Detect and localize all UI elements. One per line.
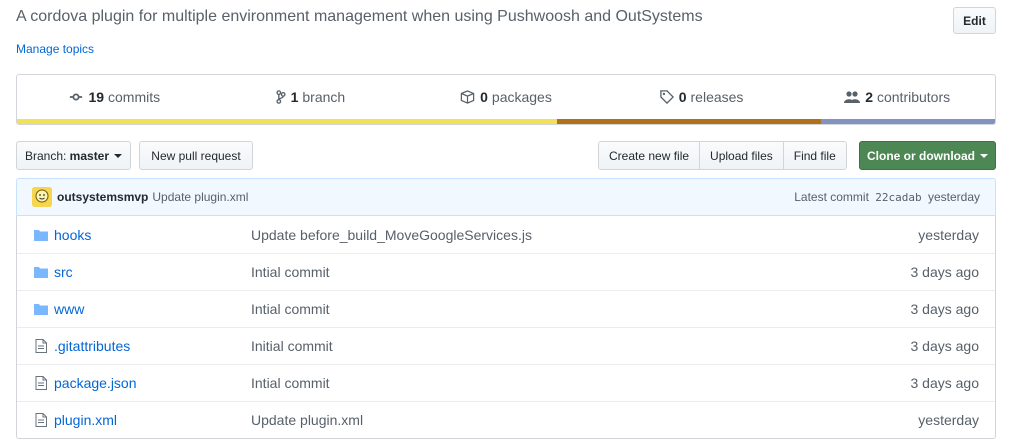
releases-stat[interactable]: 0 releases (604, 75, 800, 119)
upload-files-button[interactable]: Upload files (699, 142, 783, 169)
file-name-link[interactable]: src (54, 264, 251, 280)
file-commit-message-link[interactable]: Intial commit (251, 301, 875, 317)
branch-count: 1 (290, 89, 299, 105)
packages-stat[interactable]: 0 packages (408, 75, 604, 119)
file-list: hooks Update before_build_MoveGoogleServ… (16, 216, 996, 439)
file-commit-message-link[interactable]: Update before_build_MoveGoogleServices.j… (251, 227, 875, 243)
avatar-image (32, 187, 52, 207)
branch-stat[interactable]: 1 branch (213, 75, 409, 119)
branch-prefix: Branch: (24, 148, 67, 163)
commits-count: 19 (88, 89, 105, 105)
latest-commit-bar: outsystemsmvp Update plugin.xml Latest c… (16, 178, 996, 216)
file-row: .gitattributes Initial commit 3 days ago (17, 327, 995, 364)
commit-author-link[interactable]: outsystemsmvp (57, 190, 148, 204)
clone-or-download-button[interactable]: Clone or download (859, 141, 996, 170)
file-name-link[interactable]: package.json (54, 375, 251, 391)
language-bar-segment[interactable] (556, 119, 821, 124)
branch-label: branch (302, 89, 346, 105)
branch-icon (275, 90, 286, 104)
file-commit-message-link[interactable]: Intial commit (251, 264, 875, 280)
commit-sha-link[interactable]: 22cadab (875, 191, 921, 204)
file-row: plugin.xml Update plugin.xml yesterday (17, 401, 995, 438)
file-age: 3 days ago (910, 338, 980, 354)
file-row: www Intial commit 3 days ago (17, 290, 995, 327)
language-bar-segment[interactable] (820, 119, 995, 124)
file-age: 3 days ago (910, 301, 980, 317)
file-age: 3 days ago (910, 264, 980, 280)
contributors-count: 2 (865, 89, 873, 105)
file-actions-group: Create new file Upload files Find file (598, 141, 847, 170)
language-bar-segment[interactable] (17, 119, 557, 124)
folder-icon (17, 229, 54, 241)
releases-label: releases (690, 89, 744, 105)
file-name-link[interactable]: www (54, 301, 251, 317)
repo-description: A cordova plugin for multiple environmen… (16, 8, 703, 25)
stats-row: 19 commits 1 branch 0 packages 0 release… (17, 75, 995, 119)
people-icon (844, 91, 861, 103)
repo-summary: 19 commits 1 branch 0 packages 0 release… (16, 74, 996, 125)
tag-icon (659, 90, 674, 104)
package-icon (460, 90, 475, 104)
branch-select-button[interactable]: Branch: master (16, 141, 131, 170)
file-name-link[interactable]: hooks (54, 227, 251, 243)
file-icon (17, 339, 54, 353)
packages-label: packages (491, 89, 552, 105)
commits-label: commits (108, 89, 161, 105)
file-commit-message-link[interactable]: Intial commit (251, 375, 875, 391)
create-new-file-button[interactable]: Create new file (599, 142, 700, 169)
folder-icon (17, 303, 54, 315)
latest-commit-info: Latest commit 22cadab yesterday (794, 190, 980, 204)
file-icon (17, 413, 54, 427)
edit-description-button[interactable]: Edit (953, 7, 996, 34)
commit-message-link[interactable]: Update plugin.xml (152, 190, 248, 204)
language-bar[interactable] (17, 119, 995, 124)
manage-topics-link[interactable]: Manage topics (16, 42, 94, 56)
folder-icon (17, 266, 54, 278)
commits-icon (70, 93, 83, 101)
file-name-link[interactable]: .gitattributes (54, 338, 251, 354)
file-row: hooks Update before_build_MoveGoogleServ… (17, 216, 995, 253)
file-row: package.json Intial commit 3 days ago (17, 364, 995, 401)
file-age: yesterday (918, 226, 979, 243)
commit-age: yesterday (927, 190, 980, 204)
latest-commit-prefix: Latest commit (794, 190, 869, 204)
commits-stat[interactable]: 19 commits (17, 75, 213, 119)
file-name-link[interactable]: plugin.xml (54, 412, 251, 428)
contributors-stat[interactable]: 2 contributors (799, 75, 995, 119)
releases-count: 0 (678, 89, 687, 105)
branch-name: master (69, 148, 110, 163)
file-commit-message-link[interactable]: Update plugin.xml (251, 412, 875, 428)
chevron-down-icon (980, 153, 988, 158)
file-row: src Intial commit 3 days ago (17, 253, 995, 290)
file-age: 3 days ago (910, 375, 980, 391)
packages-count: 0 (480, 89, 488, 105)
file-age: yesterday (918, 412, 979, 428)
find-file-button[interactable]: Find file (782, 142, 846, 169)
new-pull-request-button[interactable]: New pull request (139, 141, 253, 170)
avatar[interactable] (32, 187, 52, 207)
file-commit-message-link[interactable]: Initial commit (251, 338, 875, 354)
contributors-label: contributors (876, 89, 951, 105)
file-icon (17, 376, 54, 390)
clone-label: Clone or download (867, 148, 975, 163)
chevron-down-icon (114, 153, 123, 158)
